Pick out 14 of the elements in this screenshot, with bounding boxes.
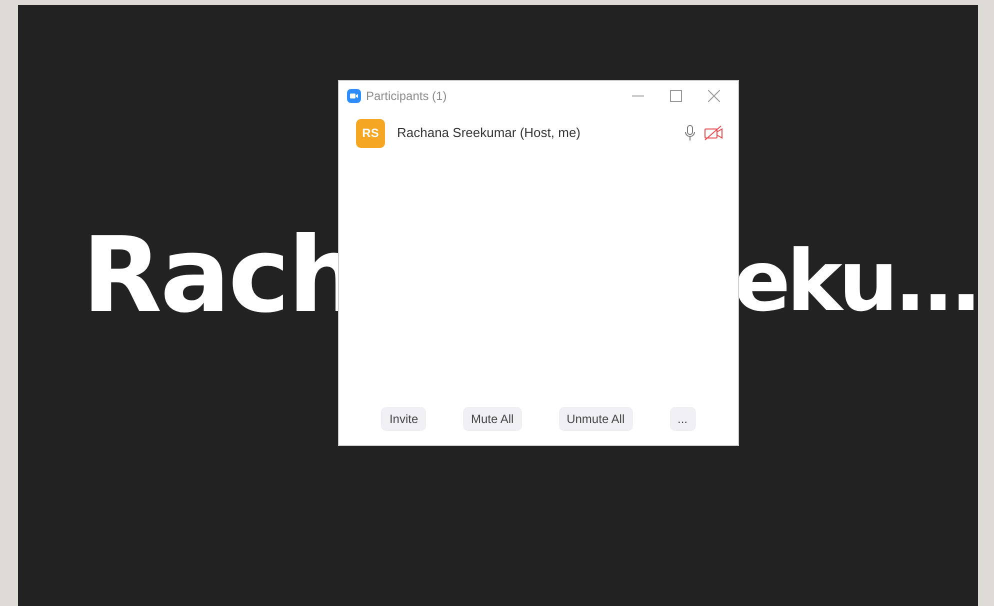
window-title: Participants (1) xyxy=(366,88,447,105)
toolbar-button[interactable]: ... xyxy=(670,407,696,431)
toolbar-button[interactable]: Unmute All xyxy=(558,407,633,431)
avatar: RS xyxy=(356,118,385,148)
name-text: eku... xyxy=(734,239,978,323)
maximize-icon[interactable] xyxy=(670,90,682,102)
camera-icon xyxy=(347,89,361,103)
mic-icon[interactable] xyxy=(685,125,695,141)
video-off-icon[interactable] xyxy=(704,125,724,141)
participant-name: Rachana Sreekumar (Host, me) xyxy=(397,124,581,142)
toolbar-button[interactable]: Mute All xyxy=(463,407,522,431)
participant-row[interactable]: RS Rachana Sreekumar (Host, me) xyxy=(339,111,738,155)
toolbar-button[interactable]: Invite xyxy=(381,407,426,431)
close-icon[interactable] xyxy=(708,90,720,102)
